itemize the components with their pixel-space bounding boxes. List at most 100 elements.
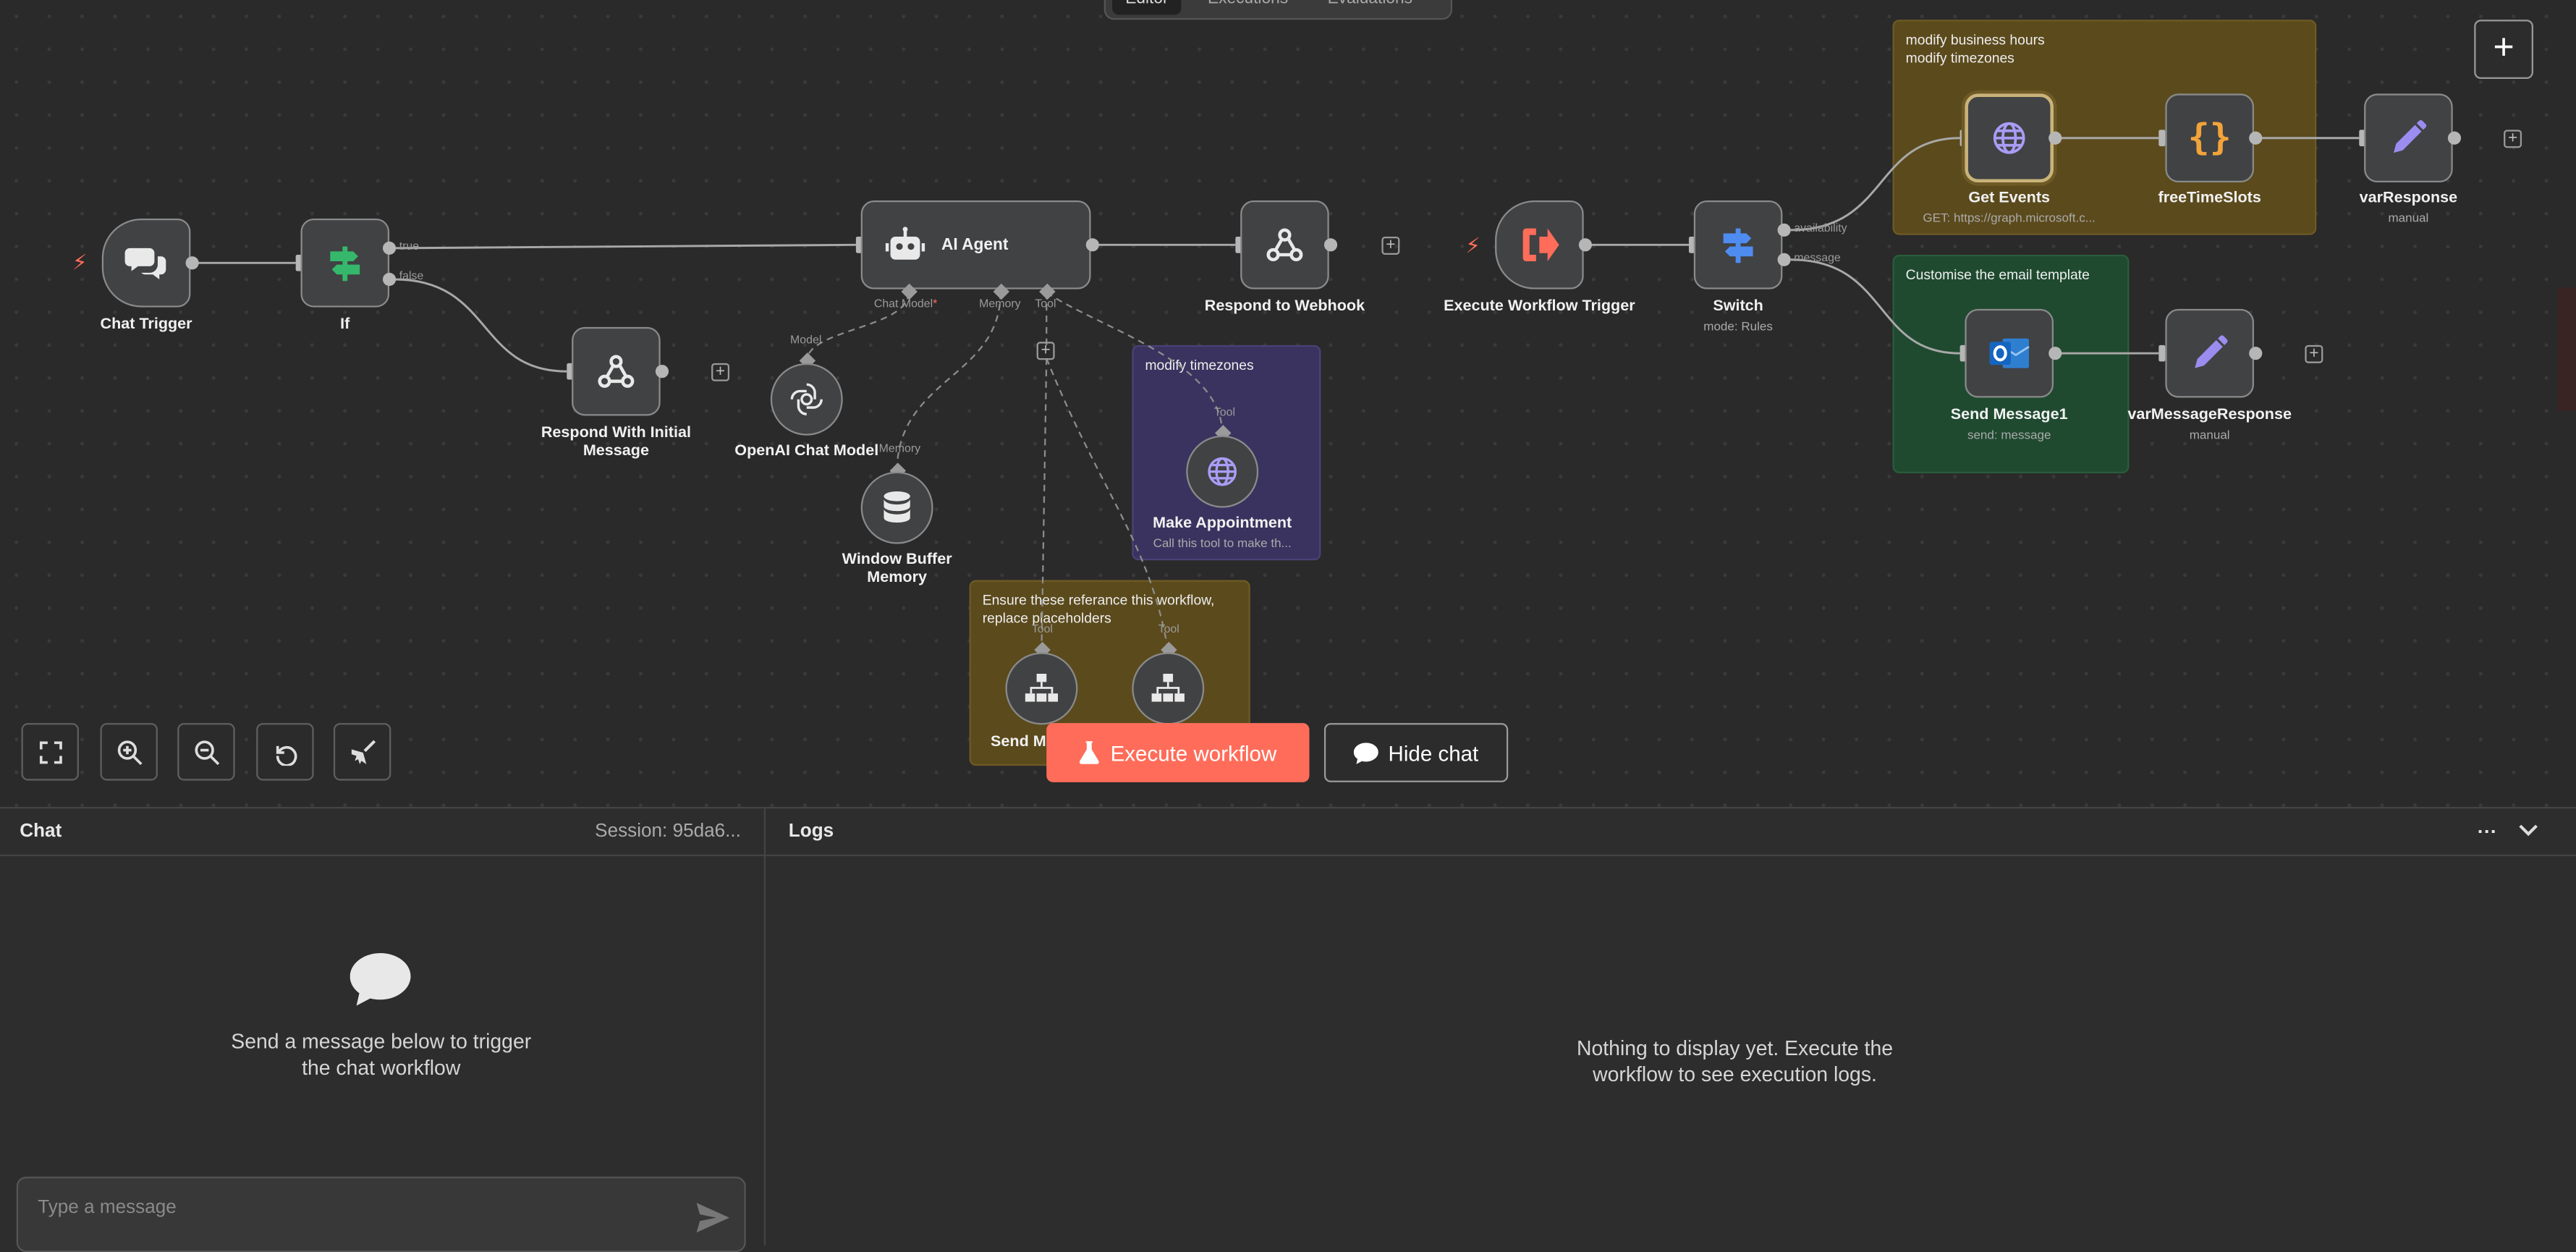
add-node-plus[interactable]: + <box>2305 344 2323 363</box>
pencil-icon <box>2393 119 2427 153</box>
add-node-button[interactable]: + <box>2474 20 2533 79</box>
execute-workflow-button[interactable]: Execute workflow <box>1046 723 1310 782</box>
node-label: Window Buffer Memory <box>842 550 952 587</box>
chat-model-port-text: Chat Model <box>873 299 933 311</box>
tab-evaluations[interactable]: Evaluations <box>1314 0 1425 14</box>
output-port[interactable] <box>2048 347 2062 360</box>
node-label: OpenAI Chat Model <box>734 441 879 460</box>
node-if[interactable] <box>300 219 390 308</box>
node-switch[interactable] <box>1693 200 1783 289</box>
output-port[interactable] <box>1323 238 1338 252</box>
chat-bubbles-icon <box>124 248 166 280</box>
switch-out-availability: availability <box>1794 223 1847 235</box>
node-make-appointment[interactable] <box>1186 435 1259 508</box>
zoom-in-button[interactable] <box>100 723 158 781</box>
add-node-plus[interactable]: + <box>2504 130 2522 148</box>
node-ai-agent[interactable]: AI Agent <box>860 200 1091 289</box>
memory-in-port-label: Memory <box>878 444 921 455</box>
zoom-in-icon <box>116 740 142 765</box>
node-respond-initial[interactable] <box>572 326 661 416</box>
chevron-down-icon[interactable] <box>2519 824 2538 838</box>
zoom-out-button[interactable] <box>177 723 235 781</box>
tool-port-label: Tool <box>1035 299 1056 311</box>
node-respond-to-webhook[interactable] <box>1240 200 1329 289</box>
node-openai-chat-model[interactable] <box>770 363 843 436</box>
robot-icon <box>885 227 925 260</box>
output-port[interactable] <box>2249 131 2263 145</box>
node-chat-trigger[interactable] <box>101 219 191 308</box>
chat-empty-message: Send a message below to trigger the chat… <box>135 1028 627 1081</box>
node-label: Make Appointment <box>1153 514 1292 533</box>
node-var-message-response[interactable] <box>2165 308 2254 398</box>
node-free-time-slots[interactable]: {} <box>2165 93 2254 183</box>
output-port-availability[interactable] <box>1777 223 1791 237</box>
session-id[interactable]: Session: 95da6... <box>595 808 741 855</box>
output-port-true[interactable] <box>383 241 397 255</box>
output-port[interactable] <box>185 256 199 270</box>
switch-out-message: message <box>1794 253 1841 265</box>
workflow-canvas[interactable]: modify business hours modify timezones C… <box>0 0 2576 807</box>
undo-icon <box>275 745 297 766</box>
add-node-plus[interactable]: + <box>1381 236 1400 255</box>
globe-icon <box>1993 122 2025 154</box>
add-node-plus[interactable]: + <box>711 363 730 381</box>
node-subtitle: GET: https://graph.microsoft.c... <box>1923 210 2096 226</box>
logs-empty-line: Nothing to display yet. Execute the <box>1577 1036 1894 1060</box>
message-placeholder: Type a message <box>38 1198 177 1218</box>
node-var-response[interactable] <box>2364 93 2453 183</box>
fit-view-button[interactable] <box>21 723 79 781</box>
input-port[interactable] <box>2158 130 2166 147</box>
node-label: Respond to Webhook <box>1204 297 1365 316</box>
logs-empty-message: Nothing to display yet. Execute the work… <box>1406 1036 2063 1088</box>
output-port-message[interactable] <box>1777 253 1791 266</box>
node-get-events[interactable] <box>1965 93 2054 183</box>
globe-icon <box>1208 457 1237 486</box>
tab-executions[interactable]: Executions <box>1195 0 1301 14</box>
if-true-label: true <box>399 241 420 253</box>
fullscreen-icon <box>38 740 62 764</box>
model-port-label: Model <box>790 335 822 347</box>
tidy-up-button[interactable] <box>333 723 391 781</box>
sitemap-icon <box>1151 673 1185 702</box>
node-execute-workflow-trigger[interactable] <box>1495 200 1584 289</box>
pencil-icon <box>2195 335 2228 368</box>
ai-agent-title: AI Agent <box>941 235 1009 254</box>
message-input[interactable]: Type a message <box>16 1176 746 1252</box>
chat-empty-line: the chat workflow <box>302 1057 461 1080</box>
output-port[interactable] <box>2048 131 2062 145</box>
signpost-icon <box>1723 228 1753 263</box>
tool-label: Tool <box>1158 624 1179 636</box>
node-window-buffer-memory[interactable] <box>860 471 933 544</box>
hide-chat-button[interactable]: Hide chat <box>1323 723 1509 782</box>
node-workflow-tool-1[interactable] <box>1005 652 1078 725</box>
reset-zoom-button[interactable] <box>256 723 314 781</box>
output-port-false[interactable] <box>383 272 397 287</box>
node-label: freeTimeSlots <box>2158 189 2261 208</box>
output-port[interactable] <box>2249 347 2263 360</box>
logs-empty-line: workflow to see execution logs. <box>1593 1063 1877 1086</box>
chat-bubble-icon <box>1353 742 1378 764</box>
more-options-icon[interactable]: ··· <box>2478 808 2497 855</box>
output-port[interactable] <box>655 365 669 378</box>
view-tabs: Editor Executions Evaluations <box>1103 0 1453 20</box>
send-icon[interactable] <box>696 1203 730 1233</box>
bottom-panel: Chat Session: 95da6... Send a message be… <box>0 806 2576 1252</box>
node-subtitle: send: message <box>1967 427 2051 442</box>
output-port[interactable] <box>1085 238 1099 252</box>
openai-icon <box>790 383 823 415</box>
trigger-bolt-icon: ⚡ <box>72 250 88 275</box>
tab-editor[interactable]: Editor <box>1112 0 1182 15</box>
node-label: varResponse <box>2359 189 2458 208</box>
add-tool-plus[interactable]: + <box>1036 342 1055 360</box>
signpost-icon <box>330 246 360 282</box>
node-label: Chat Trigger <box>100 315 192 334</box>
node-subtitle: mode: Rules <box>1703 318 1773 334</box>
output-port[interactable] <box>1578 238 1593 252</box>
node-subtitle: Call this tool to make th... <box>1153 536 1292 551</box>
input-port[interactable] <box>2158 344 2166 362</box>
node-workflow-tool-2[interactable] <box>1132 652 1205 725</box>
chat-title: Chat <box>20 821 62 842</box>
node-send-message1[interactable] <box>1965 308 2054 398</box>
node-label: Get Events <box>1968 189 2051 208</box>
output-port[interactable] <box>2447 131 2462 145</box>
